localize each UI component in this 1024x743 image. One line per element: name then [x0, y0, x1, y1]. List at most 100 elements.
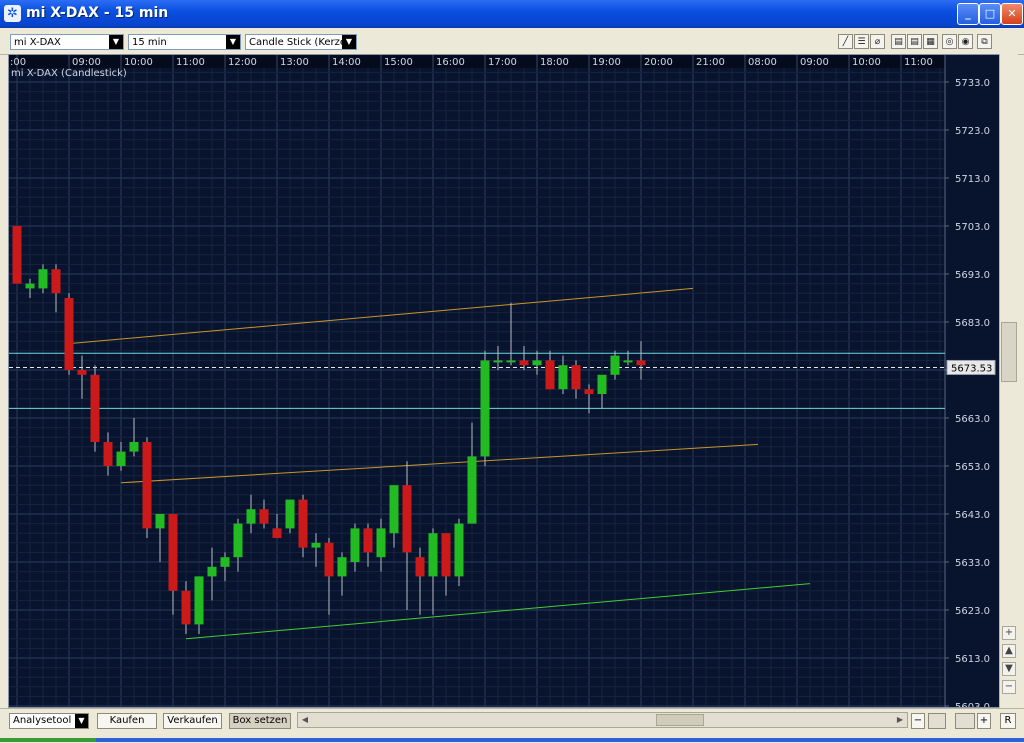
candle-up	[25, 283, 35, 289]
draw-line-icon[interactable]: ╱	[838, 34, 853, 49]
candle-up	[337, 557, 347, 577]
chevron-down-icon[interactable]: ▼	[75, 714, 88, 728]
candle-down	[324, 542, 334, 577]
price-label: 5623.0	[955, 606, 990, 617]
candle-up	[350, 528, 360, 562]
candle-down	[90, 374, 100, 442]
app-icon: ✲	[4, 5, 21, 22]
time-label: 18:00	[540, 57, 569, 68]
delete-drawing-icon[interactable]: ⌀	[870, 34, 885, 49]
interval-value: 15 min	[132, 37, 167, 48]
vertical-scroll-thumb[interactable]	[1001, 322, 1017, 382]
start-button[interactable]	[0, 738, 96, 742]
horizontal-scrollbar[interactable]: ◀ ▶	[297, 712, 908, 728]
analysis-tool-label: Analysetool	[13, 715, 72, 726]
time-label: 21:00	[696, 57, 725, 68]
settings-icon[interactable]: ◎	[942, 34, 957, 49]
zoom-track[interactable]	[955, 713, 975, 729]
chart-style-select[interactable]: Candle Stick (Kerze ▼	[245, 34, 357, 50]
candlestick-chart[interactable]: :00 09:00 10:00 11:00 12:00 13:00 14:00 15:00 16…	[9, 55, 999, 707]
candle-down	[103, 442, 113, 466]
window-restore-icon[interactable]: ⧉	[977, 34, 992, 49]
zoom-in-icon[interactable]: +	[1002, 626, 1016, 640]
candle-up	[493, 360, 503, 363]
maximize-button[interactable]: □	[979, 3, 1001, 25]
instrument-select[interactable]: mi X-DAX ▼	[10, 34, 124, 50]
chevron-down-icon[interactable]: ▼	[109, 35, 123, 49]
candle-down	[415, 557, 425, 577]
price-label: 5713.0	[955, 174, 990, 185]
time-label: 14:00	[332, 57, 361, 68]
set-box-button[interactable]: Box setzen	[229, 713, 291, 729]
candle-up	[376, 528, 386, 558]
zoom-out-button[interactable]: −	[911, 713, 925, 729]
scroll-down-icon[interactable]: ▼	[1002, 662, 1016, 676]
candle-down	[402, 485, 412, 553]
analysis-tool-select[interactable]: Analysetool ▼	[9, 713, 89, 729]
time-label: 16:00	[436, 57, 465, 68]
scroll-left-icon[interactable]: ◀	[298, 713, 312, 727]
horizontal-scroll-thumb[interactable]	[656, 714, 704, 726]
price-marker: 5673.53	[946, 359, 996, 375]
price-label: 5653.0	[955, 462, 990, 473]
candle-down	[272, 528, 282, 538]
scroll-right-icon[interactable]: ▶	[893, 713, 907, 727]
candle-up	[480, 360, 490, 457]
candle-up	[558, 365, 568, 390]
horizontal-lines-icon[interactable]: ☰	[854, 34, 869, 49]
table-view-icon[interactable]: ▤	[891, 34, 906, 49]
interval-select[interactable]: 15 min ▼	[128, 34, 241, 50]
candle-up	[532, 360, 542, 366]
price-label: 5643.0	[955, 510, 990, 521]
zoom-out-icon[interactable]: −	[1002, 680, 1016, 694]
candle-up	[233, 523, 243, 558]
chart-style-value: Candle Stick (Kerze	[249, 37, 347, 48]
candle-up	[246, 509, 256, 524]
candle-down	[51, 269, 61, 294]
reset-button[interactable]: R	[1000, 713, 1016, 729]
candle-up	[129, 442, 139, 452]
indicator-icon[interactable]: ◉	[958, 34, 973, 49]
price-label: 5663.0	[955, 414, 990, 425]
candle-up	[194, 576, 204, 625]
time-label: 13:00	[280, 57, 309, 68]
window-titlebar: ✲ mi X-DAX - 15 min _ □ ✕	[0, 0, 1024, 28]
candle-up	[207, 566, 217, 577]
grid-view-icon[interactable]: ▦	[923, 34, 938, 49]
time-label: 11:00	[176, 57, 205, 68]
candle-down	[77, 370, 87, 375]
candle-up	[467, 456, 477, 524]
close-button[interactable]: ✕	[1001, 3, 1023, 25]
time-label: 10:00	[852, 57, 881, 68]
time-label: 08:00	[748, 57, 777, 68]
candle-down	[519, 360, 529, 366]
candle-up	[220, 557, 230, 567]
vertical-scrollbar[interactable]: + ▲ ▼ −	[999, 54, 1018, 708]
candle-down	[168, 514, 178, 591]
zoom-in-button[interactable]: +	[977, 713, 991, 729]
price-label: 5613.0	[955, 654, 990, 665]
sell-button[interactable]: Verkaufen	[163, 713, 222, 729]
candle-down	[259, 509, 269, 524]
time-label: 19:00	[592, 57, 621, 68]
buy-button[interactable]: Kaufen	[97, 713, 157, 729]
price-axis: 5733.0 5723.0 5713.0 5703.0 5693.0 5683.0 5673…	[944, 55, 999, 707]
candle-up	[597, 374, 607, 394]
chart-title: mi X-DAX (Candlestick)	[11, 68, 127, 79]
chevron-down-icon[interactable]: ▼	[342, 35, 356, 49]
chevron-down-icon[interactable]: ▼	[226, 35, 240, 49]
candle-up	[155, 514, 165, 529]
zoom-track[interactable]	[928, 713, 946, 729]
price-label: 5683.0	[955, 318, 990, 329]
candle-down	[441, 533, 451, 577]
price-label: 5723.0	[955, 126, 990, 137]
scroll-up-icon[interactable]: ▲	[1002, 644, 1016, 658]
time-label: 12:00	[228, 57, 257, 68]
candle-up	[506, 360, 516, 363]
chart-grid	[9, 55, 999, 707]
time-label: 09:00	[72, 57, 101, 68]
candle-up	[116, 451, 126, 466]
minimize-button[interactable]: _	[957, 3, 979, 25]
list-view-icon[interactable]: ▤	[907, 34, 922, 49]
price-label: 5633.0	[955, 558, 990, 569]
